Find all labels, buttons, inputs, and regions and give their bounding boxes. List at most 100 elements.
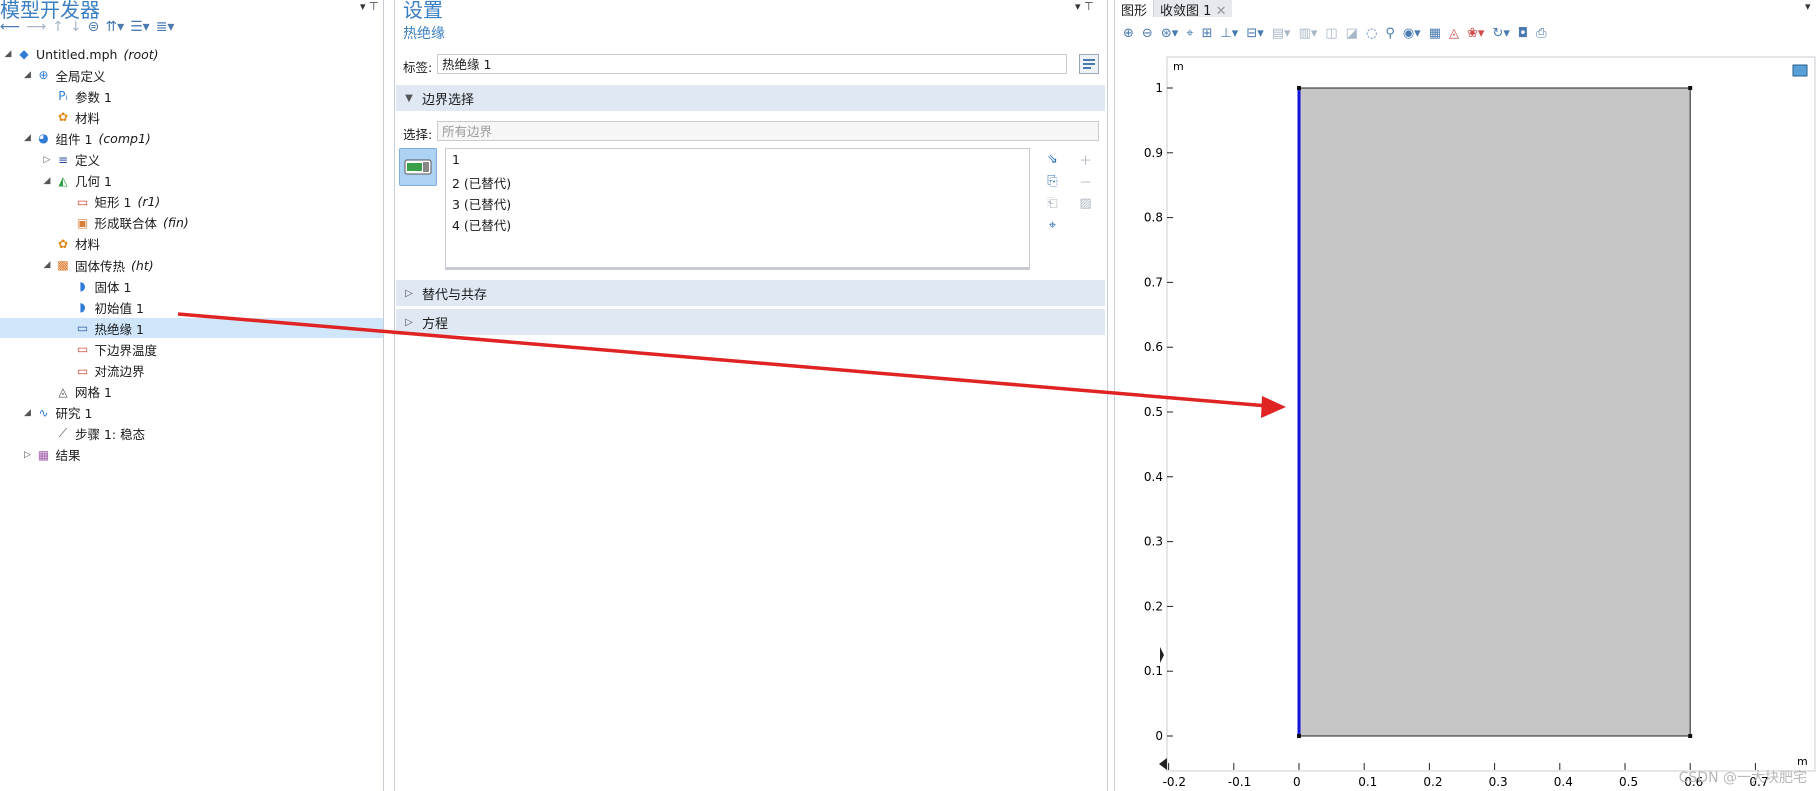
- tree-node[interactable]: ◢ ∿ 研究 1: [22, 403, 92, 423]
- model-builder-panel: 模型开发器 ▾ ⊤ ⟵ ⟶ ↑ ↓ ⊜ ⇈▾ ☰▾ ≣▾ ◢ ◆ Untitled.…: [0, 0, 384, 791]
- zoom-to-selection-icon[interactable]: ⌖: [1047, 216, 1058, 234]
- expand-triangle-icon[interactable]: ▷: [22, 450, 34, 460]
- close-tab-icon[interactable]: ✕: [1216, 4, 1227, 19]
- find-icon[interactable]: ⚲: [1385, 26, 1395, 41]
- graphics-tabs: 图形 收敛图 1 ✕: [1115, 0, 1233, 19]
- boundary-list-item[interactable]: 4 (已替代): [452, 215, 511, 234]
- select-box-icon[interactable]: ⊟▾: [1246, 26, 1263, 41]
- zoom-in-icon[interactable]: ⊕: [1123, 26, 1134, 41]
- graphics-panel-controls[interactable]: ▾: [1805, 0, 1811, 13]
- back-arrow-icon[interactable]: ⟵: [0, 19, 20, 35]
- tree-node[interactable]: ◢ ◭ 几何 1: [41, 171, 112, 191]
- geometry-vertex[interactable]: [1297, 86, 1301, 90]
- select-all-icon[interactable]: ◫: [1325, 26, 1337, 41]
- tab-convergence-plot[interactable]: 收敛图 1 ✕: [1153, 0, 1233, 19]
- zoom-extents-icon[interactable]: ⊞: [1202, 26, 1213, 41]
- plus-icon[interactable]: ＋: [1079, 150, 1092, 169]
- clear-icon[interactable]: ◪: [1346, 26, 1358, 41]
- tree-node[interactable]: ✿ 材料: [41, 234, 100, 254]
- equation-section[interactable]: ▷ 方程: [396, 309, 1105, 335]
- tree-node-label: 热绝缘 1: [94, 321, 144, 337]
- y-tick-label: 1: [1155, 81, 1163, 95]
- expand-triangle-icon[interactable]: ▷: [41, 155, 53, 165]
- tree-node[interactable]: ▭ 矩形 1 (r1): [61, 192, 161, 212]
- tree-node[interactable]: Pᵢ 参数 1: [41, 86, 112, 106]
- tree-node-label: 全局定义: [55, 68, 106, 84]
- expand-menu-icon[interactable]: ☰▾: [130, 19, 150, 35]
- print-icon[interactable]: ⎙: [1536, 26, 1546, 41]
- node-properties-icon[interactable]: [1079, 54, 1099, 74]
- collapse-triangle-icon[interactable]: ◢: [2, 49, 14, 59]
- sort-menu-icon[interactable]: ⇈▾: [105, 19, 124, 35]
- show-icon[interactable]: ⊜: [88, 19, 100, 35]
- zoom-selected-icon[interactable]: ⌖: [1186, 26, 1193, 41]
- collapse-triangle-icon[interactable]: ◢: [22, 133, 34, 143]
- x-tick-label: 0.2: [1423, 775, 1442, 789]
- y-tick-label: 0.6: [1144, 340, 1163, 354]
- override-section[interactable]: ▷ 替代与共存: [396, 280, 1105, 306]
- axes-icon[interactable]: ⊥▾: [1220, 26, 1238, 41]
- geometry-rectangle[interactable]: [1298, 87, 1691, 737]
- refresh-icon[interactable]: ↻▾: [1492, 26, 1509, 41]
- tree-node[interactable]: ◗ 固体 1: [61, 276, 131, 296]
- boundary-selection-section[interactable]: ▼ 边界选择: [396, 85, 1105, 111]
- selection-dropdown[interactable]: 所有边界: [437, 121, 1099, 141]
- tree-node[interactable]: ◢ ▩ 固体传热 (ht): [41, 255, 154, 275]
- tree-node-label: 组件 1: [55, 131, 93, 147]
- paste-selection-icon[interactable]: ⎗: [1047, 194, 1058, 212]
- heat-transfer-icon: ▩: [57, 258, 69, 272]
- forward-arrow-icon[interactable]: ⟶: [26, 19, 46, 35]
- collapse-triangle-icon[interactable]: ◢: [41, 176, 53, 186]
- tree-node[interactable]: ▷ ≡ 定义: [41, 150, 100, 170]
- active-toggle-button[interactable]: [399, 148, 437, 186]
- graphics-canvas[interactable]: -0.2 -0.1 0 0.1 0.2 0.3 0.4 0.5 0.6 0.7 0 0.1 0.2 0.3…: [1115, 51, 1818, 791]
- zoom-box-icon[interactable]: ⊛▾: [1161, 26, 1178, 41]
- up-arrow-icon[interactable]: ↑: [52, 19, 64, 35]
- panel-controls[interactable]: ▾ ⊤: [360, 0, 379, 13]
- view-icon[interactable]: ◉▾: [1403, 26, 1421, 41]
- boundary-list[interactable]: 1 2 (已替代) 3 (已替代) 4 (已替代): [445, 148, 1030, 270]
- tree-node[interactable]: ◢ ◆ Untitled.mph (root): [2, 44, 159, 64]
- boundary-list-item[interactable]: 3 (已替代): [452, 194, 511, 213]
- print-preview-icon[interactable]: ▥▾: [1299, 26, 1318, 41]
- collapse-triangle-icon[interactable]: ◢: [22, 408, 34, 418]
- tree-node[interactable]: ▭ 热绝缘 1: [0, 318, 383, 339]
- grid-icon[interactable]: ▦: [1429, 26, 1441, 41]
- tree-node[interactable]: ▭ 对流边界: [61, 361, 145, 381]
- minus-icon[interactable]: －: [1079, 172, 1092, 191]
- tree-node[interactable]: ◬ 网格 1: [41, 382, 112, 402]
- label-input[interactable]: 热绝缘 1: [437, 54, 1067, 74]
- colors-icon[interactable]: ❀▾: [1467, 26, 1484, 41]
- tree-node[interactable]: ▭ 下边界温度: [61, 339, 158, 359]
- collapse-triangle-icon[interactable]: ◢: [22, 70, 34, 80]
- view-cube-icon[interactable]: [1792, 64, 1808, 77]
- tree-node-label: 下边界温度: [94, 342, 158, 358]
- camera-icon[interactable]: ◘: [1518, 26, 1528, 41]
- list-menu-icon[interactable]: ≣▾: [156, 19, 175, 35]
- tree-node[interactable]: ◢ ◕ 组件 1 (comp1): [22, 128, 151, 148]
- down-arrow-icon[interactable]: ↓: [70, 19, 82, 35]
- tab-graphics[interactable]: 图形: [1115, 0, 1154, 19]
- render-icon[interactable]: ▤▾: [1272, 26, 1291, 41]
- boundary-list-item[interactable]: 1: [452, 152, 460, 167]
- tree-node[interactable]: ▣ 形成联合体 (fin): [61, 213, 189, 233]
- tree-node[interactable]: ◗ 初始值 1: [61, 297, 144, 317]
- tree-node-tag: (r1): [137, 194, 161, 210]
- scene-light-icon[interactable]: ◬: [1449, 26, 1459, 41]
- geometry-vertex[interactable]: [1688, 734, 1693, 738]
- copy-selection-icon[interactable]: ⎘: [1047, 172, 1058, 190]
- settings-panel-controls[interactable]: ▾ ⊤: [1075, 0, 1094, 13]
- zoom-out-icon[interactable]: ⊖: [1142, 26, 1153, 41]
- clear-selection-icon[interactable]: ▨: [1079, 194, 1092, 212]
- tree-node-label: 对流边界: [94, 364, 145, 379]
- geometry-vertex[interactable]: [1297, 734, 1301, 738]
- tree-node[interactable]: ✿ 材料: [41, 107, 100, 127]
- tree-node[interactable]: ▷ ▦ 结果: [22, 445, 80, 465]
- tree-node[interactable]: ◢ ⊕ 全局定义: [22, 65, 106, 85]
- hide-icon[interactable]: ◌: [1366, 26, 1377, 41]
- tree-node[interactable]: ⟋ 步骤 1: 稳态: [41, 424, 145, 444]
- boundary-list-item[interactable]: 2 (已替代): [452, 173, 511, 192]
- add-to-selection-icon[interactable]: ⇘: [1047, 150, 1058, 168]
- collapse-triangle-icon[interactable]: ◢: [41, 260, 53, 270]
- geometry-vertex[interactable]: [1688, 86, 1693, 90]
